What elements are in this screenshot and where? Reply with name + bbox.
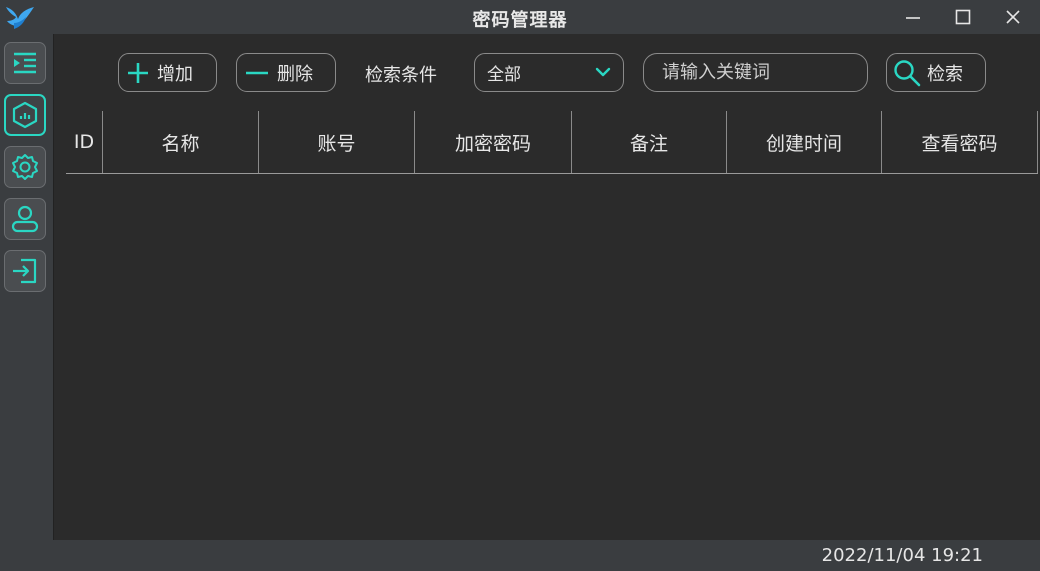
column-header-id[interactable]: ID [66,111,103,173]
maximize-icon [955,9,971,25]
table-header: ID 名称 账号 加密密码 备注 创建时间 查看密码 [66,111,1038,174]
search-condition-value: 全部 [487,65,521,85]
window-title: 密码管理器 [472,10,568,31]
delete-button-label: 删除 [277,63,313,85]
minimize-icon [906,17,920,19]
search-condition-select[interactable]: 全部 [474,53,624,92]
user-icon [11,205,39,233]
sidebar-item-logout[interactable] [4,250,46,292]
logout-icon [13,258,37,284]
sidebar-item-user[interactable] [4,198,46,240]
sidebar [0,34,54,540]
sidebar-item-list[interactable] [4,42,46,84]
column-header-remark[interactable]: 备注 [572,111,727,173]
dashboard-icon [12,101,38,129]
minimize-button[interactable] [890,0,936,34]
column-header-view-password[interactable]: 查看密码 [882,111,1038,173]
list-indent-icon [14,52,36,74]
close-icon [1006,10,1020,24]
table-body [66,175,1038,539]
search-icon [894,59,921,86]
column-header-encrypted-password[interactable]: 加密密码 [415,111,572,173]
search-condition-label: 检索条件 [365,65,437,86]
search-button[interactable]: 检索 [886,53,986,92]
search-input[interactable] [643,53,868,92]
minus-icon [246,71,268,74]
column-header-name[interactable]: 名称 [103,111,259,173]
status-datetime: 2022/11/04 19:21 [821,545,983,566]
sidebar-item-settings[interactable] [4,146,46,188]
sidebar-item-dashboard[interactable] [4,94,46,136]
plus-icon [128,62,148,83]
status-bar: 2022/11/04 19:21 [0,540,1040,571]
add-button[interactable]: 增加 [118,53,217,92]
search-button-label: 检索 [927,63,963,85]
close-button[interactable] [990,0,1036,34]
title-bar: 密码管理器 [0,0,1040,34]
settings-icon [12,154,38,180]
maximize-button[interactable] [940,0,986,34]
add-button-label: 增加 [157,63,193,85]
column-header-created-time[interactable]: 创建时间 [727,111,882,173]
column-header-account[interactable]: 账号 [259,111,415,173]
chevron-down-icon [595,67,611,77]
delete-button[interactable]: 删除 [236,53,336,92]
